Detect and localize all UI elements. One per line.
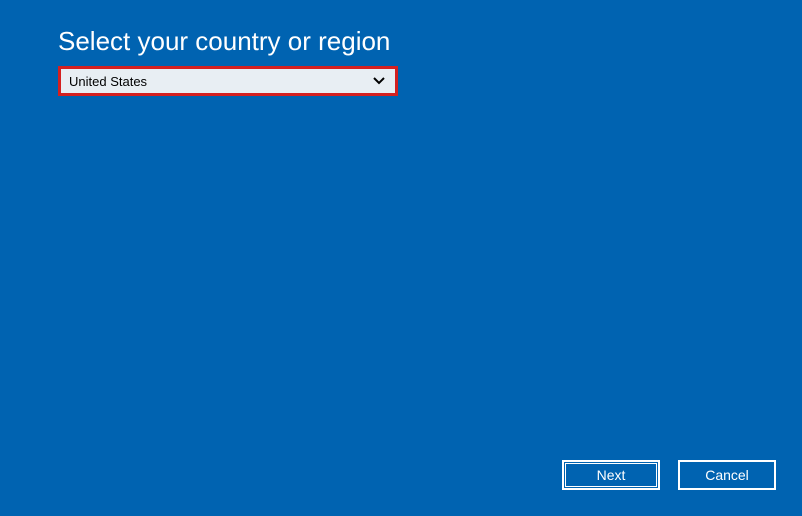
- cancel-button[interactable]: Cancel: [678, 460, 776, 490]
- button-bar: Next Cancel: [562, 460, 776, 490]
- setup-panel: Select your country or region United Sta…: [8, 0, 794, 508]
- country-dropdown[interactable]: United States: [58, 66, 398, 96]
- next-button[interactable]: Next: [562, 460, 660, 490]
- chevron-down-icon: [373, 75, 385, 87]
- country-dropdown-selected: United States: [69, 74, 147, 89]
- page-title: Select your country or region: [58, 26, 390, 57]
